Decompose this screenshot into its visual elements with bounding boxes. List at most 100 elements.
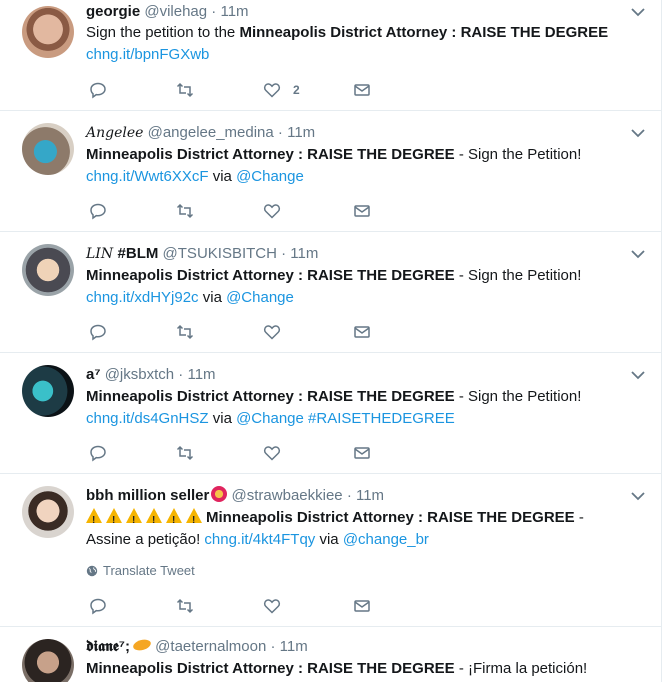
tweet-link[interactable]: chng.it/xdHYj92c	[86, 289, 199, 306]
separator-dot: ·	[211, 3, 217, 20]
chevron-down-icon[interactable]	[629, 368, 647, 382]
separator-dot: ·	[281, 245, 287, 262]
timestamp[interactable]: 11m	[220, 3, 248, 20]
reply-icon	[90, 445, 106, 462]
warning-icon	[86, 508, 102, 532]
retweet-icon	[176, 203, 194, 219]
retweet-button[interactable]	[176, 442, 194, 464]
reply-button[interactable]	[89, 79, 107, 101]
reply-button[interactable]	[89, 321, 107, 343]
avatar[interactable]	[22, 365, 74, 417]
tweet[interactable]: LIN #BLM @TSUKISBITCH · 11m Minneapolis …	[0, 232, 661, 353]
timestamp[interactable]: 11m	[187, 366, 215, 383]
mention-link[interactable]: @Change	[236, 410, 304, 427]
tweet[interactable]: a⁷ @jksbxtch · 11m Minneapolis District …	[0, 353, 661, 474]
tweet-link[interactable]: chng.it/ds4GnHSZ	[86, 410, 209, 427]
warning-icon	[166, 508, 182, 532]
warning-icon	[186, 508, 202, 532]
display-name[interactable]: LIN #BLM	[86, 245, 158, 262]
user-handle[interactable]: @vilehag	[144, 3, 207, 20]
tweet-link[interactable]: chng.it/Wwt6XXcF	[86, 168, 209, 185]
user-handle[interactable]: @jksbxtch	[105, 366, 174, 383]
reply-button[interactable]	[89, 200, 107, 222]
user-handle[interactable]: @taeternalmoon	[155, 638, 266, 655]
display-name[interactable]: 𝖉𝖎𝖆𝖓𝖊⁷;	[86, 638, 130, 655]
like-count: 2	[293, 83, 300, 97]
timestamp[interactable]: 11m	[290, 245, 318, 262]
reply-icon	[90, 324, 106, 341]
direct-message-button[interactable]	[353, 595, 371, 617]
tweet-text: Minneapolis District Attorney : RAISE TH…	[86, 146, 582, 185]
mention-link[interactable]: @Change	[226, 289, 294, 306]
display-name[interactable]: georgie	[86, 3, 140, 20]
direct-message-button[interactable]	[353, 442, 371, 464]
avatar[interactable]	[22, 6, 74, 58]
direct-message-button[interactable]	[353, 79, 371, 101]
envelope-icon	[354, 326, 370, 338]
display-name[interactable]: a⁷	[86, 366, 101, 383]
direct-message-button[interactable]	[353, 321, 371, 343]
timestamp[interactable]: 11m	[356, 487, 384, 504]
translate-label: Translate Tweet	[103, 563, 195, 578]
like-button[interactable]: 2	[263, 79, 300, 101]
mention-link[interactable]: @Change	[236, 168, 304, 185]
tweet-text: Minneapolis District Attorney : RAISE TH…	[86, 507, 629, 551]
retweet-icon	[176, 82, 194, 98]
tweet-link[interactable]: chng.it/bpnFGXwb	[86, 46, 209, 63]
retweet-button[interactable]	[176, 321, 194, 343]
like-button[interactable]	[263, 200, 281, 222]
separator-dot: ·	[270, 638, 276, 655]
like-button[interactable]	[263, 442, 281, 464]
tweet[interactable]: 𝖉𝖎𝖆𝖓𝖊⁷; @taeternalmoon · 11m Minneapolis…	[0, 627, 661, 682]
heart-icon	[263, 325, 281, 340]
display-name[interactable]: Angelee	[86, 125, 143, 141]
heart-icon	[263, 599, 281, 614]
user-handle[interactable]: @angelee_medina	[148, 124, 274, 141]
chevron-down-icon[interactable]	[629, 5, 647, 19]
avatar[interactable]	[22, 486, 74, 538]
mention-link[interactable]: @change_br	[343, 531, 429, 548]
hashtag-link[interactable]: #RAISETHEDEGREE	[308, 410, 455, 427]
tweet-actions: 2	[86, 79, 406, 101]
heart-icon	[263, 83, 281, 98]
timestamp[interactable]: 11m	[280, 638, 308, 655]
tweet-actions	[86, 442, 406, 464]
reply-button[interactable]	[89, 442, 107, 464]
chevron-down-icon[interactable]	[629, 126, 647, 140]
lollipop-emoji-icon	[211, 486, 228, 502]
tweet-link[interactable]: chng.it/4kt4FTqy	[204, 531, 315, 548]
tweet-text: Minneapolis District Attorney : RAISE TH…	[86, 267, 582, 306]
like-button[interactable]	[263, 595, 281, 617]
display-name[interactable]: bbh million seller	[86, 487, 209, 504]
reply-icon	[90, 203, 106, 220]
retweet-button[interactable]	[176, 595, 194, 617]
warning-icon	[146, 508, 162, 532]
separator-dot: ·	[178, 366, 184, 383]
reply-button[interactable]	[89, 595, 107, 617]
user-handle[interactable]: @TSUKISBITCH	[163, 245, 277, 262]
avatar[interactable]	[22, 639, 74, 682]
direct-message-button[interactable]	[353, 200, 371, 222]
avatar[interactable]	[22, 244, 74, 296]
user-handle[interactable]: @strawbaekkiee	[232, 487, 343, 504]
chevron-down-icon[interactable]	[629, 247, 647, 261]
warning-icon	[106, 508, 122, 532]
tweet[interactable]: georgie @vilehag · 11m Sign the petition…	[0, 0, 661, 111]
tweet[interactable]: Angelee @angelee_medina · 11m Minneapoli…	[0, 111, 661, 232]
envelope-icon	[354, 447, 370, 459]
translate-tweet-button[interactable]: Translate Tweet	[86, 563, 195, 578]
warning-icon	[126, 508, 142, 532]
retweet-button[interactable]	[176, 200, 194, 222]
retweet-icon	[176, 324, 194, 340]
retweet-icon	[176, 598, 194, 614]
globe-icon	[86, 565, 98, 576]
reply-icon	[90, 82, 106, 99]
separator-dot: ·	[346, 487, 352, 504]
tweet[interactable]: bbh million seller @strawbaekkiee · 11m …	[0, 474, 661, 627]
chevron-down-icon[interactable]	[629, 489, 647, 503]
envelope-icon	[354, 600, 370, 612]
timestamp[interactable]: 11m	[287, 124, 315, 141]
avatar[interactable]	[22, 123, 74, 175]
like-button[interactable]	[263, 321, 281, 343]
retweet-button[interactable]	[176, 79, 194, 101]
